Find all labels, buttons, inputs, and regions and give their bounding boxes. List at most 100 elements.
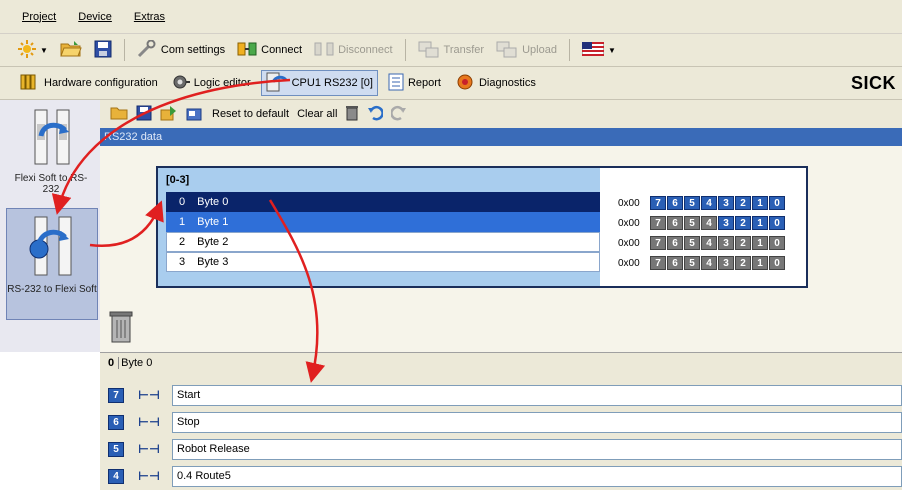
bit-property-row: 7 ⊢⊣ Start (100, 382, 902, 408)
bit-box[interactable]: 4 (701, 216, 717, 230)
block-title: [0-3] (166, 174, 190, 186)
transfer-button[interactable]: Transfer (414, 37, 489, 63)
language-button[interactable]: ▼ (578, 37, 620, 63)
section-header: RS232 data (100, 128, 902, 146)
sun-new-icon (18, 39, 36, 61)
upload-button[interactable]: Upload (492, 37, 561, 63)
diagnostics-icon (455, 73, 475, 94)
floppy-save-icon (94, 40, 112, 61)
tab-logic-editor[interactable]: Logic editor (168, 70, 255, 96)
bit-box[interactable]: 3 (718, 196, 734, 210)
bit-box[interactable]: 4 (701, 196, 717, 210)
bit-name-field[interactable]: 0.4 Route5 (172, 465, 902, 487)
bit-box[interactable]: 2 (735, 216, 751, 230)
device-rs232-to-flexi[interactable]: RS-232 to Flexi Soft (6, 208, 98, 320)
bit-box[interactable]: 7 (650, 196, 666, 210)
bit-box[interactable]: 2 (735, 256, 751, 270)
tab-report[interactable]: Report (384, 70, 445, 96)
com-settings-button[interactable]: Com settings (133, 37, 229, 63)
link-icon[interactable]: ⊢⊣ (138, 415, 160, 429)
tab-diagnostics[interactable]: Diagnostics (451, 70, 540, 96)
redo-icon[interactable] (390, 105, 407, 124)
bit-box[interactable]: 5 (684, 256, 700, 270)
tab-diagnostics-label: Diagnostics (478, 77, 536, 89)
folder-open-icon[interactable] (110, 105, 128, 124)
bit-name-field[interactable]: Robot Release (172, 438, 902, 460)
bit-box[interactable]: 3 (718, 216, 734, 230)
bit-name-field[interactable]: Start (172, 384, 902, 406)
bit-box[interactable]: 6 (667, 256, 683, 270)
transfer-label: Transfer (443, 44, 485, 56)
link-icon[interactable]: ⊢⊣ (138, 442, 160, 456)
bit-box[interactable]: 4 (701, 256, 717, 270)
byte-label: Byte 3 (197, 256, 229, 268)
bit-box[interactable]: 5 (684, 236, 700, 250)
main-toolbar: ▼ Com settings Connect Disconnect Transf (0, 34, 902, 67)
tab-hardware-configuration[interactable]: Hardware configuration (16, 70, 162, 96)
disconnect-plug-icon (314, 40, 334, 61)
link-icon[interactable]: ⊢⊣ (138, 388, 160, 402)
bit-box[interactable]: 6 (667, 216, 683, 230)
rs232-data-block[interactable]: [0-3] 0 Byte 0 1 Byte 1 2 Byte 2 3 Byte … (156, 166, 808, 288)
bit-box[interactable]: 4 (701, 236, 717, 250)
trash-icon[interactable] (345, 105, 359, 124)
reset-to-default-button[interactable]: Reset to default (212, 108, 289, 120)
bit-badge: 4 (108, 468, 124, 484)
save-icon[interactable] (136, 105, 152, 124)
hardware-icon (20, 73, 40, 94)
bit-box[interactable]: 7 (650, 236, 666, 250)
bit-box[interactable]: 3 (718, 256, 734, 270)
property-index: 0 (108, 356, 115, 369)
bit-box[interactable]: 5 (684, 216, 700, 230)
bit-box[interactable]: 0 (769, 216, 785, 230)
bit-box[interactable]: 2 (735, 236, 751, 250)
menu-extras[interactable]: Extras (134, 11, 165, 23)
tab-report-label: Report (407, 77, 441, 89)
toolbar-separator (404, 39, 406, 61)
bit-box[interactable]: 1 (752, 236, 768, 250)
bit-box[interactable]: 3 (718, 236, 734, 250)
trash-bin-icon[interactable] (108, 310, 134, 347)
bit-name-field[interactable]: Stop (172, 411, 902, 433)
new-button[interactable]: ▼ (14, 37, 52, 63)
bit-property-row: 5 ⊢⊣ Robot Release (100, 436, 902, 462)
flexi-to-rs232-icon (21, 106, 81, 171)
byte-index: 3 (179, 256, 186, 268)
bit-box[interactable]: 0 (769, 196, 785, 210)
undo-icon[interactable] (367, 105, 385, 124)
byte-row[interactable]: 3 Byte 3 (166, 252, 600, 272)
tab-cpu1-rs232[interactable]: CPU1 RS232 [0] (260, 70, 378, 96)
clear-all-button[interactable]: Clear all (297, 108, 337, 120)
device-flexi-to-rs232[interactable]: Flexi Soft to RS-232 (8, 106, 94, 195)
disconnect-button[interactable]: Disconnect (310, 37, 396, 63)
bit-box[interactable]: 1 (752, 196, 768, 210)
byte-row[interactable]: 2 Byte 2 (166, 232, 600, 252)
menu-device[interactable]: Device (78, 11, 112, 23)
bit-box[interactable]: 0 (769, 256, 785, 270)
import-icon[interactable] (160, 105, 178, 124)
bit-box[interactable]: 0 (769, 236, 785, 250)
bit-group: 76543210 (650, 236, 785, 250)
export-icon[interactable] (186, 105, 204, 124)
brand-logo: SICK (850, 73, 896, 93)
open-button[interactable] (56, 37, 86, 63)
dropdown-arrow-icon[interactable]: ▼ (608, 46, 616, 55)
bit-box[interactable]: 5 (684, 196, 700, 210)
bit-box[interactable]: 1 (752, 256, 768, 270)
bit-group: 76543210 (650, 196, 785, 210)
byte-row[interactable]: 1 Byte 1 (166, 212, 600, 232)
bit-box[interactable]: 6 (667, 236, 683, 250)
bit-box[interactable]: 7 (650, 256, 666, 270)
tab-logic-label: Logic editor (193, 77, 251, 89)
dropdown-arrow-icon[interactable]: ▼ (40, 46, 48, 55)
bit-box[interactable]: 1 (752, 216, 768, 230)
byte-row[interactable]: 0 Byte 0 (166, 192, 600, 212)
save-button[interactable] (90, 37, 116, 63)
toolbar-separator (123, 39, 125, 61)
bit-box[interactable]: 6 (667, 196, 683, 210)
connect-button[interactable]: Connect (233, 37, 306, 63)
bit-box[interactable]: 2 (735, 196, 751, 210)
menu-project[interactable]: Project (22, 11, 56, 23)
bit-box[interactable]: 7 (650, 216, 666, 230)
link-icon[interactable]: ⊢⊣ (138, 469, 160, 483)
